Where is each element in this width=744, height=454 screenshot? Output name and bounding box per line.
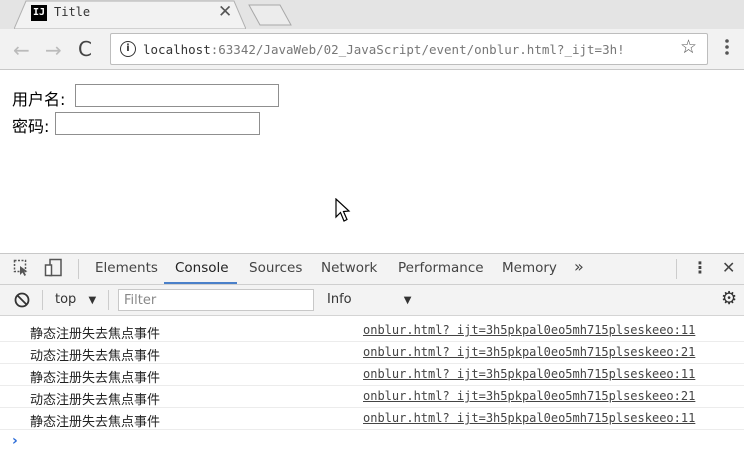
bookmark-star-icon[interactable]: ☆: [680, 36, 697, 58]
log-level-select[interactable]: Info ▼: [327, 292, 411, 307]
toolbar-separator: [42, 290, 43, 310]
url-text: localhost:63342/JavaWeb/02_JavaScript/ev…: [143, 42, 625, 57]
info-icon[interactable]: i: [120, 41, 136, 57]
log-source-link[interactable]: onblur.html? ijt=3h5pkpal0eo5mh715plsesk…: [363, 323, 695, 337]
console-log-row: 静态注册失去焦点事件 onblur.html? ijt=3h5pkpal0eo5…: [0, 320, 744, 342]
log-message: 静态注册失去焦点事件: [30, 371, 161, 386]
chevron-down-icon: ▼: [403, 295, 412, 306]
address-bar[interactable]: i localhost:63342/JavaWeb/02_JavaScript/…: [110, 33, 708, 65]
console-log-row: 动态注册失去焦点事件 onblur.html? ijt=3h5pkpal0eo5…: [0, 386, 744, 408]
tab-separator: [676, 259, 677, 279]
clear-console-icon[interactable]: [13, 291, 31, 309]
log-message: 动态注册失去焦点事件: [30, 349, 161, 364]
settings-gear-icon[interactable]: ⚙: [721, 288, 737, 309]
mouse-cursor-icon: [335, 198, 351, 222]
back-arrow-icon[interactable]: ←: [13, 38, 30, 62]
password-input[interactable]: [55, 112, 260, 135]
context-selector[interactable]: top ▼: [55, 292, 96, 307]
console-log-row: 动态注册失去焦点事件 onblur.html? ijt=3h5pkpal0eo5…: [0, 342, 744, 364]
chevron-down-icon: ▼: [88, 295, 97, 306]
username-input[interactable]: [75, 84, 279, 107]
devtools-menu-icon[interactable]: ⋮: [692, 258, 708, 277]
browser-tab[interactable]: [14, 0, 246, 29]
devtools-close-icon[interactable]: ✕: [722, 258, 735, 277]
browser-menu-icon[interactable]: [724, 38, 730, 56]
filter-input[interactable]: Filter: [118, 289, 314, 311]
log-level-value: Info: [327, 292, 352, 307]
toolbar-separator: [108, 290, 109, 310]
tab-close-icon[interactable]: ✕: [218, 2, 232, 22]
tab-memory[interactable]: Memory: [502, 260, 557, 276]
vertical-dots-icon: [725, 39, 729, 55]
log-source-link[interactable]: onblur.html? ijt=3h5pkpal0eo5mh715plsesk…: [363, 345, 695, 359]
username-label: 用户名:: [12, 90, 66, 109]
tab-shape: [14, 0, 246, 29]
context-value: top: [55, 292, 77, 307]
intellij-favicon-icon: IJ: [31, 5, 47, 21]
tab-title: Title: [54, 5, 91, 19]
tab-separator: [78, 259, 79, 279]
log-source-link[interactable]: onblur.html? ijt=3h5pkpal0eo5mh715plsesk…: [363, 411, 695, 425]
log-source-link[interactable]: onblur.html? ijt=3h5pkpal0eo5mh715plsesk…: [363, 389, 695, 403]
log-source-link[interactable]: onblur.html? ijt=3h5pkpal0eo5mh715plsesk…: [363, 367, 695, 381]
inspect-element-icon[interactable]: [13, 259, 31, 277]
tab-sources[interactable]: Sources: [249, 260, 302, 276]
tab-network[interactable]: Network: [321, 260, 377, 276]
tab-console[interactable]: Console: [175, 260, 229, 276]
reload-icon[interactable]: C: [78, 37, 92, 61]
console-log-row: 静态注册失去焦点事件 onblur.html? ijt=3h5pkpal0eo5…: [0, 408, 744, 430]
tab-elements[interactable]: Elements: [95, 260, 158, 276]
console-prompt-icon[interactable]: ›: [12, 433, 18, 449]
log-message: 动态注册失去焦点事件: [30, 393, 161, 408]
active-tab-indicator: [164, 282, 237, 284]
tab-performance[interactable]: Performance: [398, 260, 484, 276]
forward-arrow-icon[interactable]: →: [45, 38, 62, 62]
new-tab-button[interactable]: [248, 4, 292, 26]
more-tabs-icon[interactable]: »: [574, 257, 584, 276]
console-log-row: 静态注册失去焦点事件 onblur.html? ijt=3h5pkpal0eo5…: [0, 364, 744, 386]
log-message: 静态注册失去焦点事件: [30, 327, 161, 342]
log-message: 静态注册失去焦点事件: [30, 415, 161, 430]
device-toggle-icon[interactable]: [44, 258, 64, 278]
url-path: :63342/JavaWeb/02_JavaScript/event/onblu…: [210, 42, 625, 57]
url-host: localhost: [143, 42, 211, 57]
password-label: 密码:: [12, 117, 50, 136]
